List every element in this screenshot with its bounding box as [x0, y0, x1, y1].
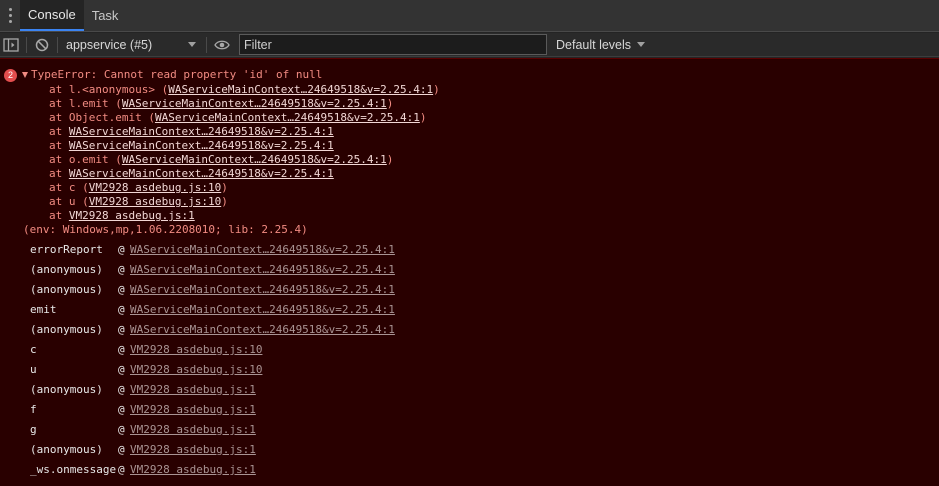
- table-row: (anonymous) @ VM2928 asdebug.js:1: [30, 383, 256, 397]
- context-selector-label: appservice (#5): [66, 37, 153, 52]
- table-row: (anonymous) @ WAServiceMainContext…2464951…: [30, 323, 395, 337]
- table-row: g @ VM2928 asdebug.js:1: [30, 423, 256, 437]
- source-link[interactable]: VM2928 asdebug.js:1: [69, 209, 195, 222]
- chevron-down-icon: [188, 42, 196, 47]
- stack-frame: at o.emit (WAServiceMainContext…24649518…: [49, 153, 394, 166]
- source-link[interactable]: WAServiceMainContext…24649518&v=2.25.4:1: [130, 283, 395, 297]
- source-link[interactable]: WAServiceMainContext…24649518&v=2.25.4:1: [130, 243, 395, 257]
- table-row: errorReport @ WAServiceMainContext…2464951…: [30, 243, 395, 257]
- source-link[interactable]: WAServiceMainContext…24649518&v=2.25.4:1: [130, 323, 395, 337]
- table-row: emit @ WAServiceMainContext…24649518&v=2.2…: [30, 303, 395, 317]
- stack-frame: at VM2928 asdebug.js:1: [49, 209, 195, 222]
- source-link[interactable]: WAServiceMainContext…24649518&v=2.25.4:1: [155, 111, 420, 124]
- source-link[interactable]: WAServiceMainContext…24649518&v=2.25.4:1: [69, 139, 334, 152]
- toolbar-divider: [206, 36, 207, 53]
- source-link[interactable]: VM2928 asdebug.js:10: [89, 195, 221, 208]
- function-name: f: [30, 403, 37, 416]
- more-options-icon[interactable]: [0, 0, 20, 31]
- error-message-text: TypeError: Cannot read property 'id' of …: [31, 68, 323, 81]
- stack-frame: at c (VM2928 asdebug.js:10): [49, 181, 228, 194]
- table-row: _ws.onmessage @ VM2928 asdebug.js:1: [30, 463, 256, 477]
- drawer-tab-bar: Console Task: [0, 0, 939, 32]
- chevron-down-icon: [637, 42, 646, 47]
- tab-console[interactable]: Console: [20, 0, 84, 31]
- source-link[interactable]: VM2928 asdebug.js:1: [130, 443, 256, 457]
- function-name: emit: [30, 303, 57, 316]
- source-link[interactable]: VM2928 asdebug.js:1: [130, 403, 256, 417]
- expand-triangle-icon[interactable]: [22, 72, 28, 78]
- function-name: _ws.onmessage: [30, 463, 117, 476]
- source-link[interactable]: WAServiceMainContext…24649518&v=2.25.4:1: [130, 263, 395, 277]
- stack-frame: at WAServiceMainContext…24649518&v=2.25.…: [49, 125, 334, 138]
- function-name: (anonymous): [30, 383, 103, 396]
- console-messages[interactable]: 2 TypeError: Cannot read property 'id' o…: [0, 58, 939, 486]
- log-levels-label: Default levels: [556, 37, 632, 52]
- show-sidebar-icon[interactable]: [0, 34, 22, 56]
- function-name: u: [30, 363, 37, 376]
- stack-frame: at u (VM2928 asdebug.js:10): [49, 195, 228, 208]
- error-count-badge: 2: [4, 68, 17, 82]
- source-link[interactable]: VM2928 asdebug.js:10: [89, 181, 221, 194]
- table-row: (anonymous) @ WAServiceMainContext…2464951…: [30, 283, 395, 297]
- function-name: c: [30, 343, 37, 356]
- error-message-header[interactable]: 2 TypeError: Cannot read property 'id' o…: [4, 68, 322, 82]
- clear-console-icon[interactable]: [31, 34, 53, 56]
- stack-frame: at l.emit (WAServiceMainContext…24649518…: [49, 97, 394, 110]
- source-link[interactable]: WAServiceMainContext…24649518&v=2.25.4:1: [130, 303, 395, 317]
- source-link[interactable]: WAServiceMainContext…24649518&v=2.25.4:1: [122, 153, 387, 166]
- tab-task[interactable]: Task: [84, 0, 127, 31]
- stack-frame: at Object.emit (WAServiceMainContext…246…: [49, 111, 427, 124]
- call-stack-table: errorReport @ WAServiceMainContext…2464951…: [30, 240, 395, 480]
- source-link[interactable]: WAServiceMainContext…24649518&v=2.25.4:1: [122, 97, 387, 110]
- source-link[interactable]: VM2928 asdebug.js:1: [130, 423, 256, 437]
- function-name: errorReport: [30, 243, 103, 256]
- function-name: g: [30, 423, 37, 436]
- source-link[interactable]: VM2928 asdebug.js:10: [130, 363, 262, 377]
- source-link[interactable]: VM2928 asdebug.js:10: [130, 343, 262, 357]
- table-row: (anonymous) @ WAServiceMainContext…2464951…: [30, 263, 395, 277]
- function-name: (anonymous): [30, 443, 103, 456]
- env-info: (env: Windows,mp,1.06.2208010; lib: 2.25…: [23, 223, 308, 236]
- filter-input[interactable]: [239, 34, 547, 55]
- log-levels-dropdown[interactable]: Default levels: [556, 37, 646, 52]
- function-name: (anonymous): [30, 263, 103, 276]
- toolbar-divider: [57, 36, 58, 53]
- table-row: c @ VM2928 asdebug.js:10: [30, 343, 263, 357]
- table-row: (anonymous) @ VM2928 asdebug.js:1: [30, 443, 256, 457]
- stack-frame: at WAServiceMainContext…24649518&v=2.25.…: [49, 167, 334, 180]
- table-row: f @ VM2928 asdebug.js:1: [30, 403, 256, 417]
- stack-frame: at WAServiceMainContext…24649518&v=2.25.…: [49, 139, 334, 152]
- source-link[interactable]: WAServiceMainContext…24649518&v=2.25.4:1: [69, 167, 334, 180]
- console-toolbar: appservice (#5) Default levels: [0, 33, 939, 57]
- toolbar-divider: [26, 36, 27, 53]
- error-stack-frames: at l.<anonymous> (WAServiceMainContext…2…: [49, 83, 440, 223]
- eye-icon[interactable]: [211, 34, 233, 56]
- source-link[interactable]: VM2928 asdebug.js:1: [130, 383, 256, 397]
- function-name: (anonymous): [30, 323, 103, 336]
- source-link[interactable]: VM2928 asdebug.js:1: [130, 463, 256, 477]
- source-link[interactable]: WAServiceMainContext…24649518&v=2.25.4:1: [168, 83, 433, 96]
- source-link[interactable]: WAServiceMainContext…24649518&v=2.25.4:1: [69, 125, 334, 138]
- function-name: (anonymous): [30, 283, 103, 296]
- table-row: u @ VM2928 asdebug.js:10: [30, 363, 263, 377]
- context-selector[interactable]: appservice (#5): [62, 38, 202, 52]
- stack-frame: at l.<anonymous> (WAServiceMainContext…2…: [49, 83, 440, 96]
